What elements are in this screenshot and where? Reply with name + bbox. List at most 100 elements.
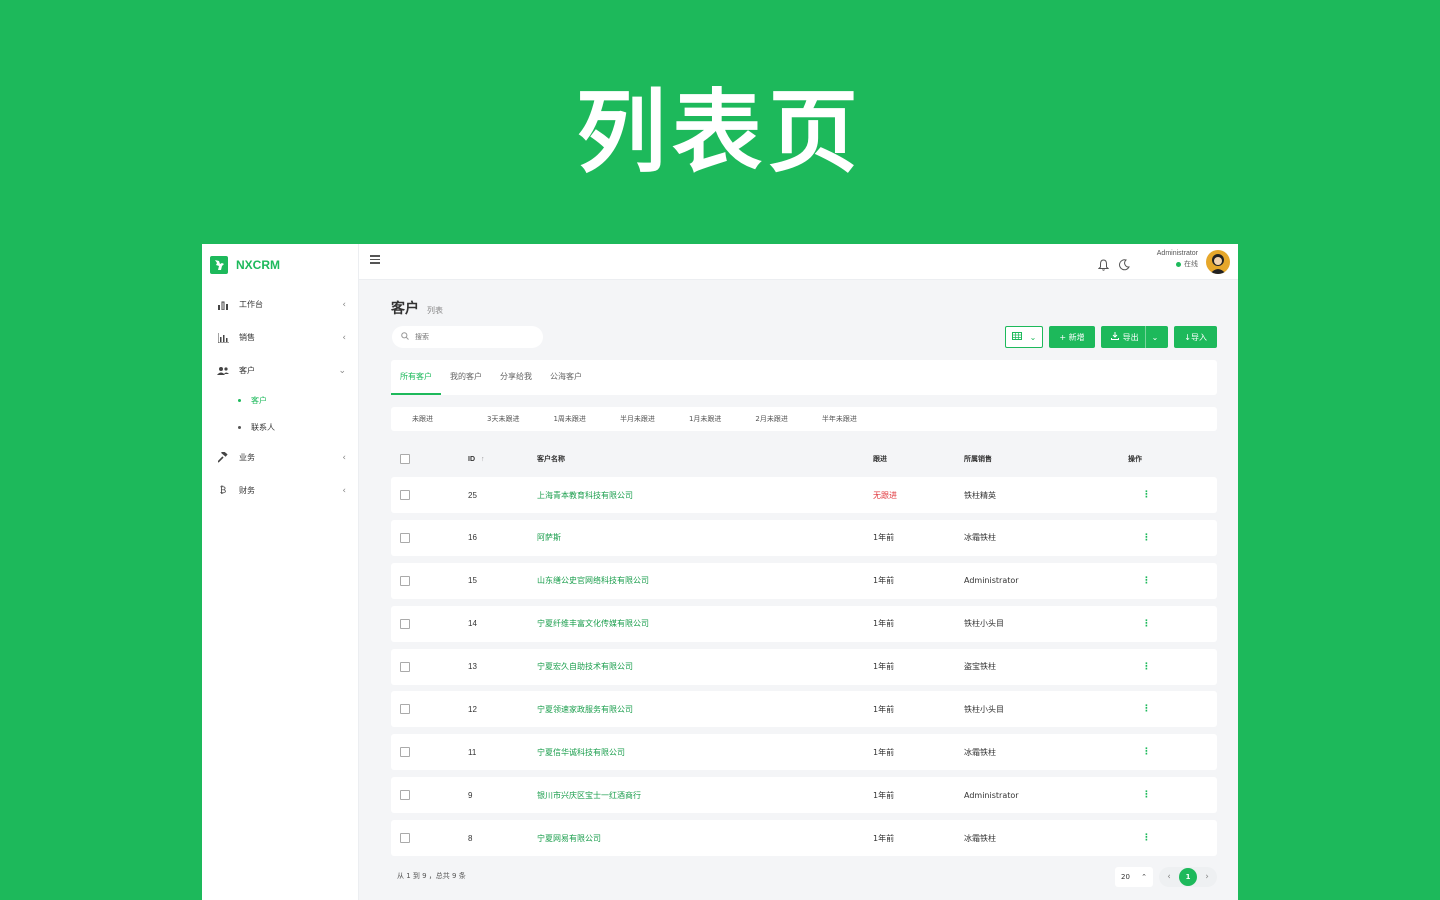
sidebar-item-sales[interactable]: 销售 ‹ bbox=[202, 321, 358, 354]
users-icon bbox=[217, 365, 229, 377]
export-button[interactable]: 导出 ⌄ bbox=[1100, 326, 1169, 348]
row-checkbox[interactable] bbox=[400, 661, 410, 672]
dashboard-icon bbox=[217, 299, 229, 311]
row-actions-menu-icon[interactable]: ⋮ bbox=[1142, 747, 1151, 757]
next-page-icon[interactable]: › bbox=[1201, 872, 1213, 882]
filter-half-month[interactable]: 半月未跟进 bbox=[620, 414, 655, 424]
follow-status: 1年前 bbox=[873, 790, 895, 800]
row-actions-menu-icon[interactable]: ⋮ bbox=[1142, 576, 1151, 586]
brand-logo[interactable]: NXCRM bbox=[202, 244, 358, 286]
page-size-value: 20 bbox=[1121, 873, 1130, 881]
column-id[interactable]: ID ↑ bbox=[468, 456, 484, 463]
sidebar-item-business[interactable]: 业务 ‹ bbox=[202, 441, 358, 474]
filter-half-year[interactable]: 半年未跟进 bbox=[822, 414, 857, 424]
sidebar-item-finance[interactable]: ₿ 财务 ‹ bbox=[202, 474, 358, 507]
sidebar-item-customers[interactable]: 客户 ⌄ bbox=[202, 354, 358, 387]
row-actions-menu-icon[interactable]: ⋮ bbox=[1142, 533, 1151, 543]
row-actions-menu-icon[interactable]: ⋮ bbox=[1142, 619, 1151, 629]
filter-1-week[interactable]: 1周未跟进 bbox=[553, 414, 585, 424]
filter-not-followed[interactable]: 未跟进 bbox=[412, 414, 433, 424]
customer-name-link[interactable]: 阿萨斯 bbox=[537, 532, 561, 543]
sidebar-subitem-label: 联系人 bbox=[251, 423, 275, 432]
customer-name-link[interactable]: 宁夏领速家政服务有限公司 bbox=[537, 704, 633, 715]
follow-up-filters: 未跟进 3天未跟进 1周未跟进 半月未跟进 1月未跟进 2月未跟进 半年未跟进 bbox=[391, 407, 1217, 431]
row-actions-menu-icon[interactable]: ⋮ bbox=[1142, 704, 1151, 714]
avatar[interactable] bbox=[1206, 250, 1230, 274]
row-checkbox[interactable] bbox=[400, 575, 410, 586]
row-id: 11 bbox=[468, 747, 477, 757]
page-header: 客户 列表 bbox=[391, 298, 443, 318]
bullet-icon bbox=[238, 399, 241, 402]
tab-public-pool[interactable]: 公海客户 bbox=[541, 360, 591, 395]
follow-status: 1年前 bbox=[873, 747, 895, 757]
customer-name-link[interactable]: 宁夏信华诚科技有限公司 bbox=[537, 747, 625, 758]
prev-page-icon[interactable]: ‹ bbox=[1163, 872, 1175, 882]
gavel-icon bbox=[217, 452, 229, 464]
sales-owner: Administrator bbox=[964, 790, 1019, 800]
sort-up-icon[interactable]: ↑ bbox=[481, 456, 485, 463]
customer-name-link[interactable]: 宁夏宏久自助技术有限公司 bbox=[537, 661, 633, 672]
sidebar-subitem-contacts[interactable]: 联系人 bbox=[202, 414, 358, 441]
sales-owner: 盗宝铁柱 bbox=[964, 662, 996, 672]
user-info[interactable]: Administrator 在线 bbox=[1157, 250, 1198, 269]
tab-my-customers[interactable]: 我的客户 bbox=[441, 360, 491, 395]
sidebar-item-label: 工作台 bbox=[239, 300, 263, 309]
search-input[interactable] bbox=[415, 333, 525, 341]
customer-name-link[interactable]: 上海青本教育科技有限公司 bbox=[537, 490, 633, 501]
column-follow: 跟进 bbox=[873, 455, 887, 463]
row-checkbox[interactable] bbox=[400, 833, 410, 844]
table-header: ID ↑ 客户名称 跟进 所属销售 操作 bbox=[391, 443, 1217, 475]
sales-owner: 铁柱精英 bbox=[964, 490, 996, 500]
top-bar: Administrator 在线 bbox=[359, 244, 1238, 280]
tab-all-customers[interactable]: 所有客户 bbox=[391, 360, 441, 395]
import-button[interactable]: ↓导入 bbox=[1174, 326, 1217, 348]
page-number-current[interactable]: 1 bbox=[1179, 868, 1197, 886]
search-icon bbox=[401, 332, 409, 342]
row-checkbox[interactable] bbox=[400, 790, 410, 801]
bell-icon[interactable] bbox=[1097, 256, 1110, 275]
app-window: NXCRM 工作台 ‹ 销售 ‹ 客户 ⌄ 客户 联系人 业务 ‹ ₿ 财务 ‹… bbox=[202, 244, 1238, 900]
sidebar: NXCRM 工作台 ‹ 销售 ‹ 客户 ⌄ 客户 联系人 业务 ‹ ₿ 财务 ‹ bbox=[202, 244, 359, 900]
row-actions-menu-icon[interactable]: ⋮ bbox=[1142, 662, 1151, 672]
menu-toggle-icon[interactable] bbox=[370, 255, 380, 265]
row-id: 9 bbox=[468, 790, 473, 800]
row-actions-menu-icon[interactable]: ⋮ bbox=[1142, 490, 1151, 500]
follow-status: 1年前 bbox=[873, 619, 895, 629]
table-row: 14 宁夏纤维丰富文化传媒有限公司 1年前 铁柱小头目 ⋮ bbox=[391, 605, 1217, 642]
table-row: 15 山东缮公史官网络科技有限公司 1年前 Administrator ⋮ bbox=[391, 562, 1217, 599]
filter-3-days[interactable]: 3天未跟进 bbox=[487, 414, 519, 424]
row-checkbox[interactable] bbox=[400, 618, 410, 629]
search-box[interactable] bbox=[392, 326, 543, 348]
filter-1-month[interactable]: 1月未跟进 bbox=[689, 414, 721, 424]
sidebar-item-label: 财务 bbox=[239, 486, 255, 495]
customer-name-link[interactable]: 宁夏网易有限公司 bbox=[537, 833, 601, 844]
table-row: 8 宁夏网易有限公司 1年前 冰霜铁柱 ⋮ bbox=[391, 820, 1217, 857]
sales-owner: 冰霜铁柱 bbox=[964, 833, 996, 843]
row-checkbox[interactable] bbox=[400, 704, 410, 715]
view-toggle-button[interactable]: ⌄ bbox=[1004, 326, 1044, 348]
chevron-down-icon[interactable]: ⌄ bbox=[1152, 333, 1159, 342]
select-all-checkbox[interactable] bbox=[400, 454, 410, 464]
customer-name-link[interactable]: 银川市兴庆区宝士一红酒商行 bbox=[537, 790, 641, 801]
chevron-left-icon: ‹ bbox=[342, 452, 346, 463]
row-checkbox[interactable] bbox=[400, 747, 410, 758]
add-button[interactable]: + 新增 bbox=[1049, 326, 1095, 348]
sidebar-subitem-customers[interactable]: 客户 bbox=[202, 387, 358, 414]
filter-2-months[interactable]: 2月未跟进 bbox=[755, 414, 787, 424]
chevron-left-icon: ‹ bbox=[342, 485, 346, 496]
page-size-select[interactable]: 20 ⌃ bbox=[1115, 867, 1153, 887]
pagination-summary: 从 1 到 9 ，总共 9 条 bbox=[397, 872, 466, 880]
row-actions-menu-icon[interactable]: ⋮ bbox=[1142, 833, 1151, 843]
brand-name: NXCRM bbox=[236, 258, 280, 272]
hero-title: 列表页 bbox=[576, 80, 864, 185]
table-row: 11 宁夏信华诚科技有限公司 1年前 冰霜铁柱 ⋮ bbox=[391, 734, 1217, 771]
dark-mode-moon-icon[interactable] bbox=[1119, 256, 1130, 275]
online-dot-icon bbox=[1176, 261, 1181, 267]
row-checkbox[interactable] bbox=[400, 532, 410, 543]
row-actions-menu-icon[interactable]: ⋮ bbox=[1142, 790, 1151, 800]
row-checkbox[interactable] bbox=[400, 490, 410, 500]
customer-name-link[interactable]: 山东缮公史官网络科技有限公司 bbox=[537, 575, 649, 586]
customer-name-link[interactable]: 宁夏纤维丰富文化传媒有限公司 bbox=[537, 618, 649, 629]
sidebar-item-dashboard[interactable]: 工作台 ‹ bbox=[202, 288, 358, 321]
tab-shared-with-me[interactable]: 分享给我 bbox=[491, 360, 541, 395]
